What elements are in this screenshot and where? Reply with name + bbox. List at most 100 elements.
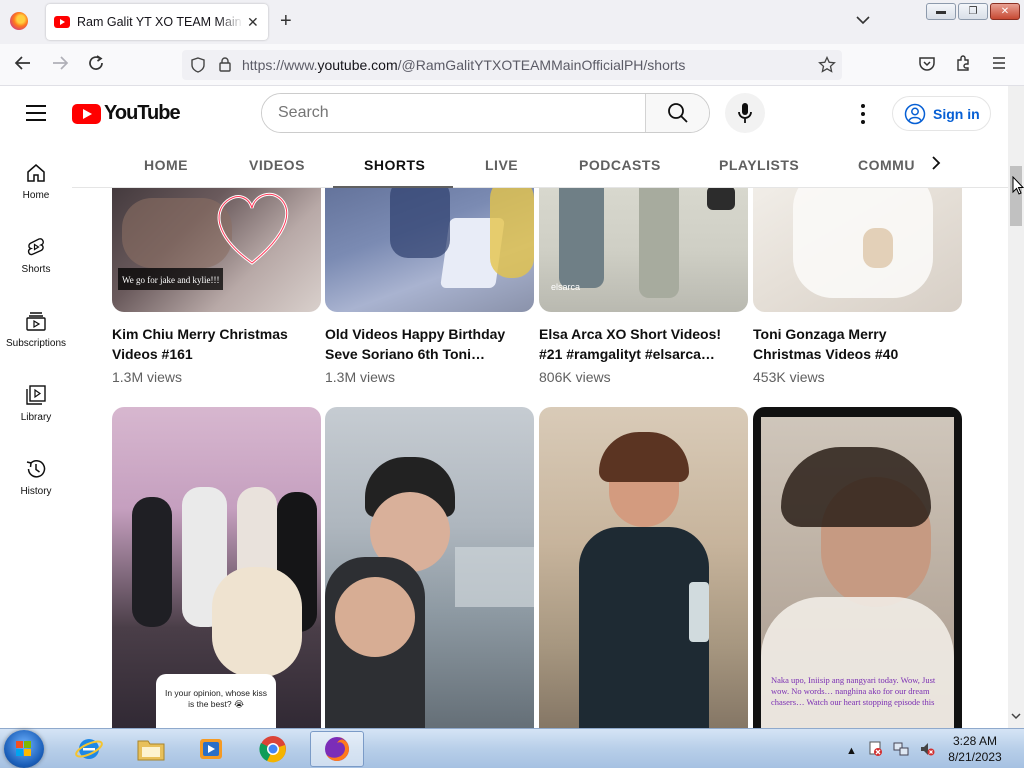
action-center-icon[interactable] bbox=[867, 741, 883, 760]
window-controls: ▬ ❐ ✕ bbox=[926, 3, 1020, 20]
windows-taskbar: ▲ 3:28 AM 8/21/2023 bbox=[0, 728, 1024, 768]
library-icon bbox=[26, 385, 46, 405]
reload-icon[interactable] bbox=[87, 54, 105, 77]
youtube-logo[interactable]: YouTube bbox=[72, 102, 181, 125]
network-icon[interactable] bbox=[893, 741, 909, 760]
tab-podcasts[interactable]: PODCASTS bbox=[579, 157, 661, 173]
active-tab-indicator bbox=[333, 186, 453, 188]
short-thumbnail[interactable]: Naka upo, Iniisip ang nangyari today. Wo… bbox=[753, 407, 962, 728]
sidebar-item-history[interactable]: History bbox=[0, 438, 72, 512]
file-explorer-icon[interactable] bbox=[124, 731, 178, 767]
short-thumbnail[interactable] bbox=[539, 407, 748, 728]
scrollbar-thumb[interactable] bbox=[1010, 166, 1022, 226]
sidebar-item-label: Shorts bbox=[21, 264, 51, 275]
lock-icon[interactable] bbox=[218, 56, 232, 77]
mouse-cursor-icon bbox=[1012, 176, 1024, 195]
video-title[interactable]: Kim Chiu Merry Christmas Videos #161 bbox=[112, 324, 312, 364]
tab-community[interactable]: COMMU bbox=[858, 157, 915, 173]
view-count: 1.3M views bbox=[325, 369, 396, 385]
account-icon bbox=[904, 103, 926, 124]
youtube-favicon-icon bbox=[54, 16, 70, 28]
sidebar-item-label: Subscriptions bbox=[5, 338, 67, 349]
close-window-button[interactable]: ✕ bbox=[990, 3, 1020, 20]
browser-tab[interactable]: Ram Galit YT XO TEAM Main Official ✕ bbox=[46, 4, 268, 40]
tab-playlists[interactable]: PLAYLISTS bbox=[719, 157, 799, 173]
short-thumbnail[interactable] bbox=[325, 188, 534, 312]
mini-guide: Home Shorts Subscriptions Library Histor… bbox=[0, 142, 72, 728]
app-menu-icon[interactable] bbox=[990, 54, 1008, 77]
video-title[interactable]: Old Videos Happy Birthday Seve Soriano 6… bbox=[325, 324, 525, 364]
url-text[interactable]: https://www.youtube.com/@RamGalitYTXOTEA… bbox=[242, 57, 685, 73]
media-player-icon[interactable] bbox=[184, 731, 238, 767]
heart-graphic-icon bbox=[217, 193, 289, 265]
search-icon bbox=[667, 103, 688, 123]
extensions-icon[interactable] bbox=[954, 54, 972, 77]
sidebar-item-shorts[interactable]: Shorts bbox=[0, 216, 72, 290]
taskbar-clock[interactable]: 3:28 AM 8/21/2023 bbox=[940, 733, 1010, 765]
list-all-tabs-button[interactable] bbox=[856, 12, 870, 28]
shorts-grid: We go for jake and kylie!!! elsarca Kim … bbox=[72, 188, 1008, 728]
close-tab-icon[interactable]: ✕ bbox=[247, 14, 259, 31]
system-tray: ▲ bbox=[846, 741, 935, 760]
history-icon bbox=[26, 460, 46, 478]
maximize-button[interactable]: ❐ bbox=[958, 3, 988, 20]
home-icon bbox=[27, 164, 45, 182]
start-button[interactable] bbox=[4, 730, 44, 768]
thumbnail-overlay-text: We go for jake and kylie!!! bbox=[122, 275, 220, 285]
internet-explorer-icon[interactable] bbox=[62, 731, 116, 767]
tab-home[interactable]: HOME bbox=[144, 157, 188, 173]
url-bar[interactable]: https://www.youtube.com/@RamGalitYTXOTEA… bbox=[182, 50, 842, 80]
scroll-down-arrow-icon[interactable] bbox=[1011, 712, 1021, 723]
shorts-icon bbox=[27, 238, 44, 256]
sidebar-item-home[interactable]: Home bbox=[0, 142, 72, 216]
back-icon[interactable] bbox=[14, 54, 32, 77]
show-hidden-icons-icon[interactable]: ▲ bbox=[846, 745, 857, 757]
view-count: 453K views bbox=[753, 369, 825, 385]
voice-search-button[interactable] bbox=[725, 93, 765, 133]
guide-menu-icon[interactable] bbox=[26, 105, 46, 121]
chrome-icon[interactable] bbox=[246, 731, 300, 767]
browser-titlebar: Ram Galit YT XO TEAM Main Official ✕ + ▬… bbox=[0, 0, 1024, 44]
video-title[interactable]: Elsa Arca XO Short Videos! #21 #ramgalit… bbox=[539, 324, 739, 364]
pocket-icon[interactable] bbox=[918, 54, 936, 77]
youtube-play-icon bbox=[72, 103, 101, 124]
sidebar-item-label: Library bbox=[20, 412, 52, 423]
thumbnail-caption-text: Naka upo, Iniisip ang nangyari today. Wo… bbox=[771, 675, 936, 707]
short-thumbnail[interactable]: We go for jake and kylie!!! bbox=[112, 188, 321, 312]
sidebar-item-subscriptions[interactable]: Subscriptions bbox=[0, 290, 72, 364]
thumbnail-question-text: In your opinion, whose kiss is the best?… bbox=[164, 688, 268, 709]
tab-shorts[interactable]: SHORTS bbox=[364, 157, 425, 173]
forward-icon[interactable] bbox=[51, 54, 69, 77]
video-title[interactable]: Toni Gonzaga Merry Christmas Videos #40 bbox=[753, 324, 953, 364]
short-thumbnail[interactable] bbox=[753, 188, 962, 312]
bookmark-star-icon[interactable] bbox=[818, 55, 836, 79]
view-count: 806K views bbox=[539, 369, 611, 385]
tab-videos[interactable]: VIDEOS bbox=[249, 157, 305, 173]
search-box bbox=[261, 93, 710, 133]
tab-live[interactable]: LIVE bbox=[485, 157, 518, 173]
new-tab-button[interactable]: + bbox=[280, 10, 292, 33]
settings-more-icon[interactable] bbox=[853, 104, 873, 124]
short-thumbnail[interactable]: In your opinion, whose kiss is the best?… bbox=[112, 407, 321, 728]
sidebar-item-library[interactable]: Library bbox=[0, 364, 72, 438]
search-button[interactable] bbox=[645, 94, 709, 132]
view-count: 1.3M views bbox=[112, 369, 183, 385]
sign-in-label: Sign in bbox=[933, 105, 980, 122]
youtube-header: YouTube Sign in bbox=[0, 86, 1008, 142]
volume-muted-icon[interactable] bbox=[919, 741, 935, 760]
tabs-next-chevron-icon[interactable] bbox=[930, 155, 942, 176]
search-input[interactable] bbox=[262, 94, 647, 132]
sidebar-item-label: History bbox=[20, 486, 52, 497]
windows-logo-icon bbox=[16, 741, 32, 757]
tracking-protection-icon[interactable] bbox=[190, 57, 206, 78]
minimize-button[interactable]: ▬ bbox=[926, 3, 956, 20]
firefox-taskbar-icon[interactable] bbox=[310, 731, 364, 767]
short-thumbnail[interactable]: elsarca bbox=[539, 188, 748, 312]
sidebar-item-label: Home bbox=[22, 190, 50, 201]
youtube-logo-text: YouTube bbox=[104, 102, 181, 124]
channel-tabs: HOME VIDEOS SHORTS LIVE PODCASTS PLAYLIS… bbox=[72, 142, 1008, 188]
thumbnail-overlay-text: elsarca bbox=[551, 282, 581, 292]
sign-in-button[interactable]: Sign in bbox=[892, 96, 991, 131]
microphone-icon bbox=[738, 103, 752, 123]
short-thumbnail[interactable] bbox=[325, 407, 534, 728]
